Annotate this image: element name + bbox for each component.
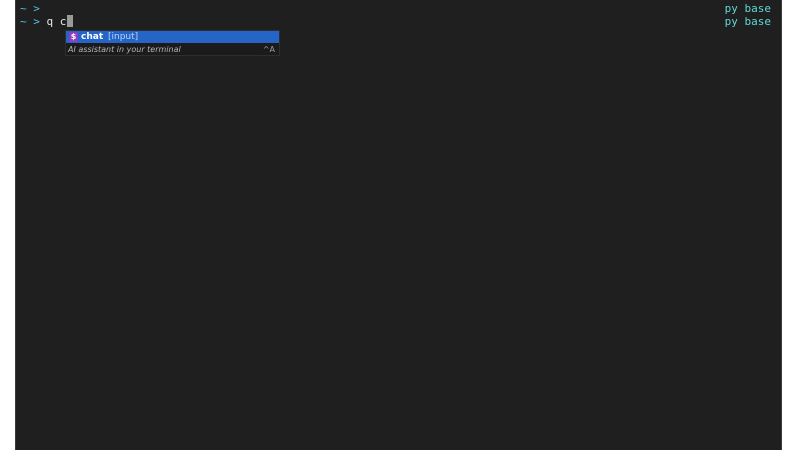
text-cursor <box>67 15 74 27</box>
autocomplete-description: AI assistant in your terminal <box>68 45 181 54</box>
prompt-arrow: > <box>33 15 40 28</box>
autocomplete-shortcut: ^A <box>262 45 275 54</box>
prompt-tilde: ~ <box>20 15 27 28</box>
prompt-tilde: ~ <box>20 2 27 15</box>
dollar-terminal-icon: $ <box>69 32 78 42</box>
right-status-env: py base <box>724 2 771 15</box>
prompt-line-2[interactable]: ~ > q c <box>20 15 74 28</box>
terminal-window[interactable]: ~ > ~ > q c py base py base $ chat [inpu… <box>15 0 782 450</box>
autocomplete-item-argument: [input] <box>108 32 139 42</box>
autocomplete-item-chat[interactable]: $ chat [input] <box>66 31 279 43</box>
autocomplete-popup: $ chat [input] AI assistant in your term… <box>65 30 280 56</box>
right-status-env: py base <box>724 15 771 28</box>
autocomplete-item-name: chat <box>81 32 104 42</box>
command-input[interactable]: q c <box>47 15 67 28</box>
prompt-line-1: ~ > <box>20 2 47 15</box>
prompt-arrow: > <box>33 2 40 15</box>
